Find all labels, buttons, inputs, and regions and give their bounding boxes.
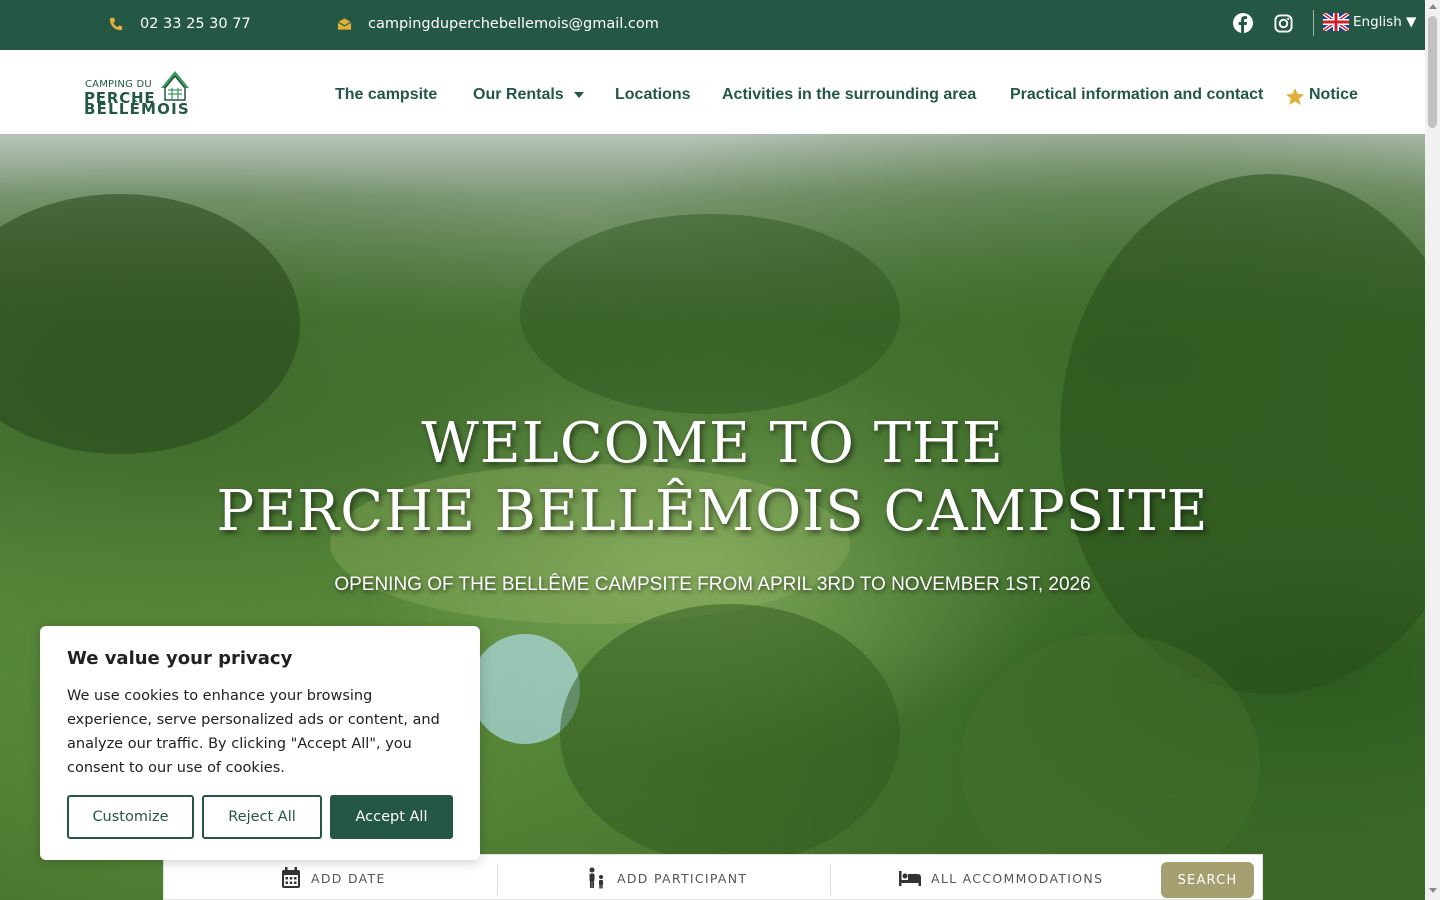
nav-label: Practical information and contact (1010, 86, 1264, 103)
bed-icon (899, 871, 921, 886)
email-address: campingduperchebellemois@gmail.com (368, 16, 659, 32)
language-label: English ▼ (1353, 14, 1417, 30)
nav-label: The campsite (335, 86, 438, 103)
facebook-icon[interactable] (1232, 12, 1254, 34)
hero-foliage (520, 214, 900, 414)
scroll-up-arrow-icon[interactable] (1429, 4, 1437, 9)
participant-label: ADD PARTICIPANT (617, 870, 748, 886)
search-button[interactable]: SEARCH (1161, 862, 1254, 898)
hero-title-line1: WELCOME TO THE (421, 411, 1004, 476)
scroll-down-arrow-icon[interactable] (1429, 888, 1437, 893)
main-header: CAMPING DU PERCHE BELLÊMOIS The campsite… (0, 50, 1425, 134)
logo-text-line3: BELLÊMOIS (84, 100, 190, 118)
phone-icon (108, 16, 124, 32)
date-label: ADD DATE (311, 870, 386, 886)
reject-all-button[interactable]: Reject All (202, 795, 322, 839)
nav-label: Our Rentals (473, 86, 564, 103)
accept-all-button[interactable]: Accept All (330, 795, 453, 839)
envelope-icon (336, 16, 352, 32)
nav-label: Locations (615, 86, 691, 103)
phone-link[interactable]: 02 33 25 30 77 (108, 0, 251, 48)
phone-number: 02 33 25 30 77 (140, 16, 251, 32)
booking-divider (830, 863, 831, 895)
cookie-title: We value your privacy (67, 648, 293, 669)
participant-field[interactable]: ADD PARTICIPANT (587, 855, 747, 900)
topbar-divider (1313, 10, 1314, 36)
booking-divider (497, 863, 498, 895)
booking-search-bar: ADD DATE ADD PARTICIPANT ALL ACCOMMODATI… (163, 854, 1263, 900)
cookie-consent-dialog: We value your privacy We use cookies to … (40, 626, 480, 860)
cookie-text: We use cookies to enhance your browsing … (67, 688, 440, 776)
page-scrollbar[interactable] (1425, 0, 1440, 900)
tent-logo-icon (161, 71, 189, 101)
top-contact-bar: 02 33 25 30 77 campingduperchebellemois@… (0, 0, 1425, 50)
accommodation-label: ALL ACCOMMODATIONS (931, 870, 1104, 886)
hero-title-line2: PERCHE BELLÊMOIS CAMPSITE (216, 479, 1209, 544)
nav-notice[interactable]: Notice (1309, 86, 1358, 104)
scrollbar-thumb[interactable] (1428, 16, 1437, 128)
nav-our-rentals[interactable]: Our Rentals (473, 86, 584, 104)
instagram-icon[interactable] (1272, 12, 1294, 34)
nav-label: Notice (1309, 86, 1358, 103)
language-selector[interactable]: English ▼ (1323, 13, 1416, 31)
hero-foliage (560, 604, 900, 864)
email-link[interactable]: campingduperchebellemois@gmail.com (336, 0, 659, 48)
customize-button[interactable]: Customize (67, 795, 194, 839)
nav-locations[interactable]: Locations (615, 86, 691, 104)
star-icon (1286, 88, 1304, 105)
nav-label: Activities in the surrounding area (722, 86, 977, 103)
chevron-down-icon (573, 91, 584, 98)
date-picker-field[interactable]: ADD DATE (281, 855, 386, 900)
accommodation-field[interactable]: ALL ACCOMMODATIONS (899, 855, 1103, 900)
nav-activities[interactable]: Activities in the surrounding area (722, 86, 976, 104)
family-icon (589, 867, 603, 889)
uk-flag-icon (1323, 13, 1349, 31)
site-logo[interactable]: CAMPING DU PERCHE BELLÊMOIS (84, 70, 194, 118)
nav-practical-info[interactable]: Practical information and contact (1010, 86, 1263, 104)
hero-subtitle: OPENING OF THE BELLÊME CAMPSITE FROM APR… (334, 574, 1091, 595)
nav-the-campsite[interactable]: The campsite (335, 86, 437, 104)
calendar-icon (282, 867, 300, 888)
